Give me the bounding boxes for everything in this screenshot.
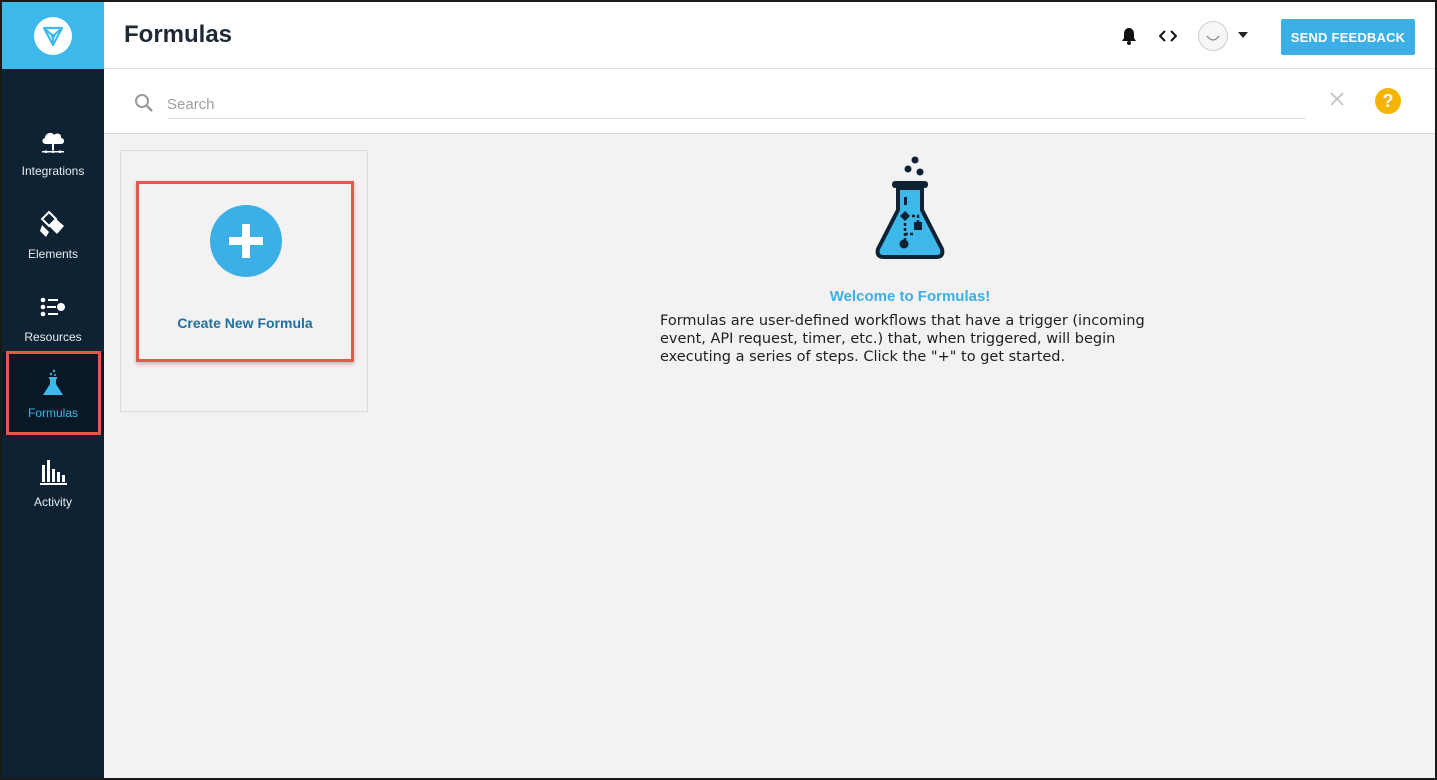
sidebar: Integrations Elements Resources Formulas…	[2, 2, 104, 778]
help-icon[interactable]: ?	[1375, 88, 1401, 114]
sidebar-item-elements[interactable]: Elements	[2, 193, 104, 275]
cloud-network-icon	[38, 122, 68, 156]
search-bar: ?	[104, 69, 1435, 134]
formula-card-container: Create New Formula	[120, 150, 368, 412]
app-logo[interactable]	[2, 2, 104, 69]
sidebar-item-label: Activity	[33, 495, 72, 509]
welcome-title: Welcome to Formulas!	[829, 288, 991, 305]
welcome-description: Formulas are user-defined workflows that…	[660, 313, 1145, 365]
sidebar-item-label: Resources	[24, 330, 82, 344]
flask-icon	[40, 364, 66, 398]
avatar[interactable]	[1198, 21, 1228, 51]
sidebar-item-formulas[interactable]: Formulas	[2, 352, 104, 434]
sidebar-item-label: Formulas	[27, 406, 78, 420]
main-content: Create New Formula Welcome to Formulas! …	[104, 134, 1435, 778]
create-formula-label: Create New Formula	[177, 315, 313, 331]
send-feedback-button[interactable]: SEND FEEDBACK	[1281, 19, 1415, 55]
search-icon	[134, 93, 154, 118]
code-icon[interactable]	[1157, 24, 1179, 48]
create-new-formula-button[interactable]: Create New Formula	[136, 181, 354, 362]
flask-illustration-icon	[868, 154, 952, 269]
page-title: Formulas	[124, 21, 233, 48]
app-window: Integrations Elements Resources Formulas…	[0, 0, 1437, 780]
elements-icon	[38, 205, 68, 239]
resources-icon	[38, 288, 68, 322]
chevron-down-icon[interactable]	[1238, 32, 1248, 38]
bar-chart-icon	[38, 453, 68, 487]
search-input[interactable]	[167, 91, 1306, 119]
sidebar-item-activity[interactable]: Activity	[2, 441, 104, 523]
plus-icon	[210, 205, 282, 277]
close-icon[interactable]	[1329, 91, 1345, 107]
top-header: Formulas SEND FEEDBACK	[104, 2, 1435, 69]
sidebar-item-label: Integrations	[21, 164, 85, 178]
sidebar-item-integrations[interactable]: Integrations	[2, 110, 104, 192]
logo-icon	[34, 16, 72, 55]
sidebar-item-resources[interactable]: Resources	[2, 276, 104, 358]
bell-icon[interactable]	[1118, 24, 1140, 48]
sidebar-item-label: Elements	[27, 247, 79, 261]
